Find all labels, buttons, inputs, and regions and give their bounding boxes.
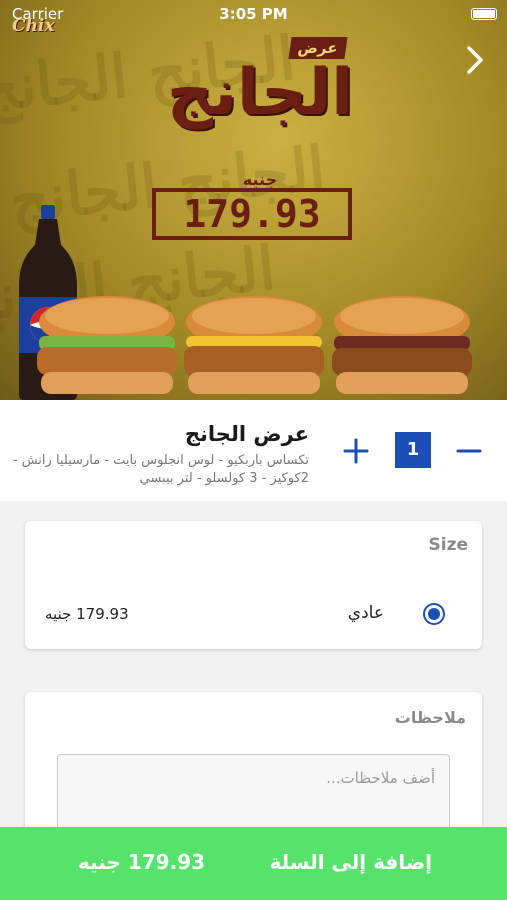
size-radio-button[interactable]: [423, 603, 445, 625]
offer-currency: جنيه: [242, 170, 278, 189]
offer-price: 179.93: [152, 188, 352, 240]
increase-quantity-button[interactable]: [342, 436, 370, 466]
status-bar: Carrier 3:05 PM: [0, 0, 507, 28]
burger-image: [37, 296, 177, 394]
battery-icon: [471, 8, 497, 20]
size-card: Size عادي 179.93 جنيه: [25, 521, 482, 649]
quantity-value: 1: [395, 432, 431, 468]
decrease-quantity-button[interactable]: [455, 436, 483, 466]
status-time: 3:05 PM: [219, 5, 288, 23]
product-description: تكساس باربكيو - لوس انجلوس بايت - مارسيل…: [12, 453, 309, 486]
add-to-cart-label: إضافة إلى السلة: [269, 850, 432, 874]
offer-title: الجانج: [166, 56, 355, 130]
size-option-price: 179.93 جنيه: [45, 605, 129, 623]
cart-total-price: 179.93 جنيه: [78, 850, 206, 874]
hero-banner: الجانج الجانج الجانج الجانج الجانج الجان…: [0, 0, 507, 400]
size-heading: Size: [428, 535, 469, 555]
product-title: عرض الجانج: [184, 422, 309, 446]
brand-logo: Chix: [12, 16, 55, 36]
notes-heading: ملاحظات: [394, 708, 466, 727]
add-to-cart-button[interactable]: إضافة إلى السلة 179.93 جنيه: [0, 827, 507, 900]
chevron-right-icon[interactable]: [463, 44, 487, 76]
burger-image: [184, 296, 324, 394]
burger-image: [332, 296, 472, 394]
size-option-label[interactable]: عادي: [348, 603, 384, 623]
